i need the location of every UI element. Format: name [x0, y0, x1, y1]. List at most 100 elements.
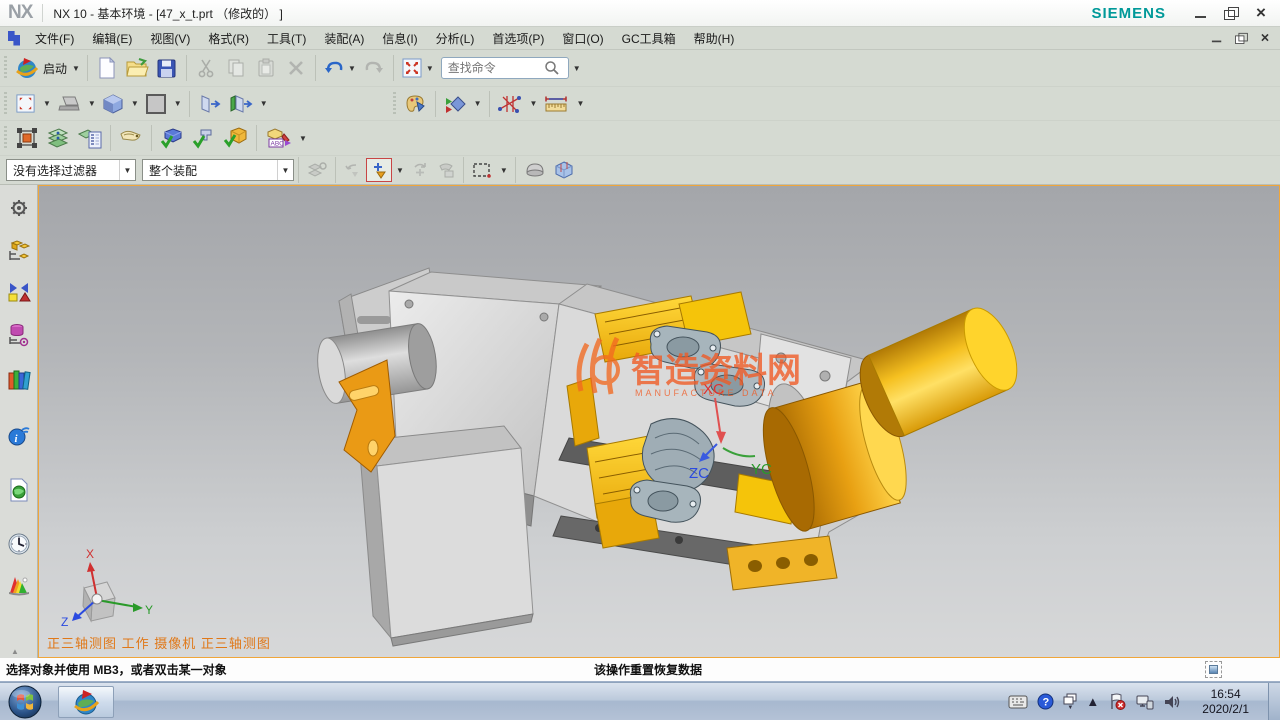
chevron-down-icon[interactable]: ▼ — [573, 99, 587, 108]
edit-displayed-part-button[interactable] — [220, 123, 252, 153]
child-restore-button[interactable] — [1235, 32, 1247, 44]
snap-region-button[interactable] — [12, 123, 42, 153]
toolbar-grip[interactable] — [391, 92, 398, 116]
edit-feature-button[interactable] — [188, 123, 220, 153]
internet-info-icon[interactable]: i — [4, 421, 34, 451]
restore-button[interactable] — [1224, 6, 1238, 20]
chevron-down-icon[interactable]: ▼ — [471, 99, 485, 108]
new-window-button[interactable] — [224, 92, 256, 116]
layer-settings-button[interactable] — [42, 123, 74, 153]
move-component-button[interactable]: ABC — [261, 123, 295, 153]
part-navigator-icon[interactable] — [4, 320, 34, 350]
chevron-down-icon[interactable]: ▼ — [40, 99, 54, 108]
chevron-down-icon[interactable]: ▼ — [497, 166, 511, 175]
redo-button[interactable] — [359, 53, 389, 83]
menu-format[interactable]: 格式(R) — [199, 28, 258, 49]
menu-view[interactable]: 视图(V) — [141, 28, 199, 49]
add-filter-button[interactable] — [366, 158, 392, 182]
undo-button[interactable]: ▼ — [320, 53, 359, 83]
minimize-button[interactable] — [1194, 6, 1208, 20]
selection-scope-combo[interactable]: 整个装配 ▼ — [142, 159, 294, 181]
copy-button[interactable] — [221, 53, 251, 83]
touch-mode-button[interactable]: ▼ — [398, 53, 437, 83]
cad-model[interactable]: XC ZC YC 智造资料网 MANUFACTURE DATA — [39, 186, 1279, 657]
chevron-down-icon[interactable]: ▼ — [527, 99, 541, 108]
roles-palette-icon[interactable] — [4, 571, 34, 601]
library-icon[interactable] — [4, 365, 34, 395]
search-icon[interactable] — [544, 60, 560, 76]
rectangle-select-button[interactable] — [468, 158, 496, 182]
action-center-flag-icon[interactable] — [1108, 693, 1126, 710]
start-button[interactable] — [6, 685, 44, 719]
menu-preferences[interactable]: 首选项(P) — [483, 28, 553, 49]
annotation-button[interactable] — [115, 123, 147, 153]
command-finder[interactable] — [441, 57, 569, 79]
interpart-select-button[interactable] — [433, 158, 459, 182]
taskbar-clock[interactable]: 16:54 2020/2/1 — [1202, 687, 1249, 717]
toolbar-grip[interactable] — [2, 92, 9, 116]
roles-gear-icon[interactable] — [4, 193, 34, 223]
menu-analysis[interactable]: 分析(L) — [427, 28, 484, 49]
chevron-down-icon[interactable]: ▼ — [257, 99, 271, 108]
toolbar-grip[interactable] — [2, 126, 9, 150]
part-document-icon[interactable] — [8, 31, 20, 46]
web-page-icon[interactable] — [4, 475, 34, 505]
child-close-button[interactable]: × — [1259, 32, 1271, 44]
window-restore-tray-icon[interactable]: ▼ — [1063, 693, 1077, 711]
delete-button[interactable] — [281, 53, 311, 83]
role-button[interactable] — [401, 92, 431, 116]
chevron-down-icon[interactable]: ▼ — [296, 134, 310, 143]
transparent-cube-button[interactable] — [550, 158, 578, 182]
menu-help[interactable]: 帮助(H) — [685, 28, 744, 49]
selection-filter-combo[interactable]: 没有选择过滤器 ▼ — [6, 159, 136, 181]
rendering-style-button[interactable] — [54, 92, 84, 116]
help-icon[interactable]: ? — [1037, 693, 1054, 710]
hidden-icons-arrow[interactable]: ▲ — [1086, 694, 1099, 709]
assembly-navigator-icon[interactable] — [4, 237, 34, 267]
chevron-down-icon[interactable]: ▼ — [570, 64, 584, 73]
chevron-down-icon[interactable]: ▼ — [277, 160, 293, 180]
taskbar-nx-app-button[interactable] — [58, 686, 114, 718]
show-hide-button[interactable] — [440, 92, 470, 116]
model-lower-block[interactable] — [359, 426, 533, 646]
menu-file[interactable]: 文件(F) — [26, 28, 83, 49]
close-button[interactable]: × — [1254, 6, 1268, 20]
menu-assemblies[interactable]: 装配(A) — [315, 28, 373, 49]
paste-button[interactable] — [251, 53, 281, 83]
network-icon[interactable] — [1135, 694, 1154, 710]
cut-button[interactable] — [191, 53, 221, 83]
menu-tools[interactable]: 工具(T) — [258, 28, 315, 49]
chevron-down-icon[interactable]: ▼ — [119, 160, 135, 180]
keyboard-icon[interactable] — [1008, 695, 1028, 709]
chevron-down-icon[interactable]: ▼ — [85, 99, 99, 108]
find-command-input[interactable] — [448, 61, 544, 75]
chevron-down-icon[interactable]: ▼ — [393, 166, 407, 175]
history-clock-icon[interactable] — [4, 529, 34, 559]
menu-gc-toolbox[interactable]: GC工具箱 — [613, 28, 685, 49]
toolbar-grip[interactable] — [2, 56, 9, 80]
view-orientation-button[interactable] — [99, 92, 127, 116]
measure-button[interactable] — [540, 92, 572, 116]
save-button[interactable] — [152, 53, 182, 83]
menu-edit[interactable]: 编辑(E) — [83, 28, 141, 49]
assembly-constraints-button[interactable] — [494, 92, 526, 116]
resource-bar-collapse-arrow[interactable]: ▲ — [11, 647, 19, 656]
volume-icon[interactable] — [1163, 694, 1181, 710]
new-file-button[interactable] — [92, 53, 122, 83]
menu-information[interactable]: 信息(I) — [373, 28, 426, 49]
fit-view-button[interactable] — [12, 92, 39, 116]
window-layout-button[interactable] — [194, 92, 224, 116]
constraint-navigator-icon[interactable] — [4, 277, 34, 307]
graphics-viewport[interactable]: XC ZC YC 智造资料网 MANUFACTURE DATA — [38, 185, 1280, 658]
child-minimize-button[interactable] — [1211, 32, 1223, 44]
highlight-shaded-button[interactable] — [520, 158, 550, 182]
edit-object-display-button[interactable] — [156, 123, 188, 153]
window-dock-icon[interactable] — [1205, 661, 1222, 678]
chevron-down-icon[interactable]: ▼ — [128, 99, 142, 108]
layer-category-button[interactable] — [74, 123, 106, 153]
previous-filter-button[interactable] — [340, 158, 366, 182]
select-assembly-button[interactable] — [303, 158, 331, 182]
chevron-down-icon[interactable]: ▼ — [171, 99, 185, 108]
reset-filter-button[interactable] — [407, 158, 433, 182]
show-desktop-button[interactable] — [1268, 683, 1280, 720]
